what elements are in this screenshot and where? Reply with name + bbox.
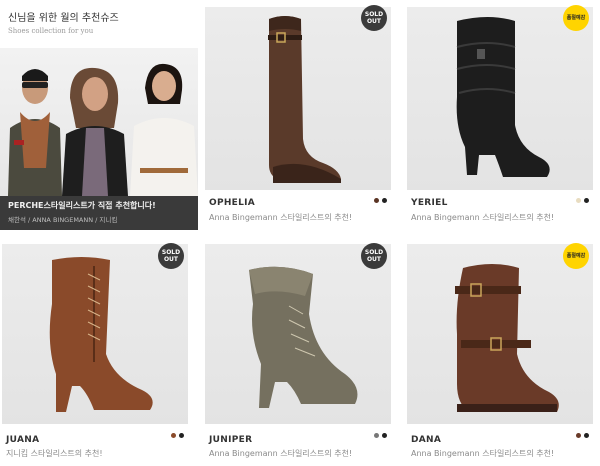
color-swatch-grey[interactable] [374,433,379,438]
product-description: Anna Bingemann 스타일리스트의 추천! [209,449,353,458]
product-image[interactable] [205,7,391,190]
color-swatch-brown[interactable] [171,433,176,438]
color-swatches [374,198,387,203]
color-swatches [374,433,387,438]
color-swatches [171,433,184,438]
stylist-middle-figure [62,67,128,196]
product-name[interactable]: JUNIPER [209,435,252,445]
product-card-ophelia[interactable]: SOLD OUT OPHELIA Anna Bingemann 스타일리스트의 … [203,0,393,227]
stylist-right-figure [130,63,198,196]
grey-lace-up-bootie-image [249,266,358,408]
color-swatches [576,198,589,203]
product-card-dana[interactable]: 품절예감 DANA Anna Bingemann 스타일리스트의 추천! [405,238,595,465]
product-image[interactable] [407,244,593,424]
low-stock-badge: 품절예감 [563,5,589,31]
product-description: Anna Bingemann 스타일리스트의 추천! [411,449,555,458]
product-description: 지니킴 스타일리스트의 추천! [6,449,103,458]
low-stock-badge: 품절예감 [563,243,589,269]
product-card-yeriel[interactable]: 품절예감 YERIEL Anna Bingemann 스타일리스트의 추천! [405,0,595,227]
lace-up-ankle-boot-image [49,257,153,412]
stylist-left-figure [8,69,62,196]
promo-caption-title: PERCHE스타일리스트가 직접 추천합니다! [8,201,156,210]
sold-out-badge: SOLD OUT [158,243,184,269]
sold-out-badge: SOLD OUT [361,5,387,31]
product-image[interactable] [2,244,188,424]
color-swatch-brown[interactable] [374,198,379,203]
promo-title: 신님을 위한 월의 추천슈즈 [8,13,119,24]
product-description: Anna Bingemann 스타일리스트의 추천! [209,213,353,222]
color-swatch-black[interactable] [179,433,184,438]
product-name[interactable]: OPHELIA [209,198,255,208]
color-swatch-black[interactable] [382,198,387,203]
sold-out-badge: SOLD OUT [361,243,387,269]
color-swatch-brown[interactable] [576,433,581,438]
stylist-promo-banner[interactable]: 신님을 위한 월의 추천슈즈 Shoes collection for you [0,0,198,230]
color-swatch-black[interactable] [584,433,589,438]
product-card-juniper[interactable]: SOLD OUT JUNIPER Anna Bingemann 스타일리스트의 … [203,238,393,465]
product-image[interactable] [407,7,593,190]
product-name[interactable]: YERIEL [411,198,448,208]
product-name[interactable]: DANA [411,435,441,445]
product-card-juana[interactable]: SOLD OUT JUANA 지니킴 스타일리스트의 추천! [0,238,190,465]
buckle-biker-boot-image [455,264,559,412]
product-name[interactable]: JUANA [6,435,39,445]
color-swatch-black[interactable] [584,198,589,203]
product-description: Anna Bingemann 스타일리스트의 추천! [411,213,555,222]
black-slouch-boot-image [456,17,550,177]
product-image[interactable] [205,244,391,424]
promo-caption-band: PERCHE스타일리스트가 직접 추천합니다! 채한석 / ANNA BINGE… [0,196,198,230]
color-swatch-beige[interactable] [576,198,581,203]
color-swatch-black[interactable] [382,433,387,438]
tall-riding-boot-image [268,16,341,183]
stylists-photo [0,48,198,196]
promo-subtitle: Shoes collection for you [8,27,94,35]
color-swatches [576,433,589,438]
promo-stylist-names: 채한석 / ANNA BINGEMANN / 지니킴 [8,216,118,224]
